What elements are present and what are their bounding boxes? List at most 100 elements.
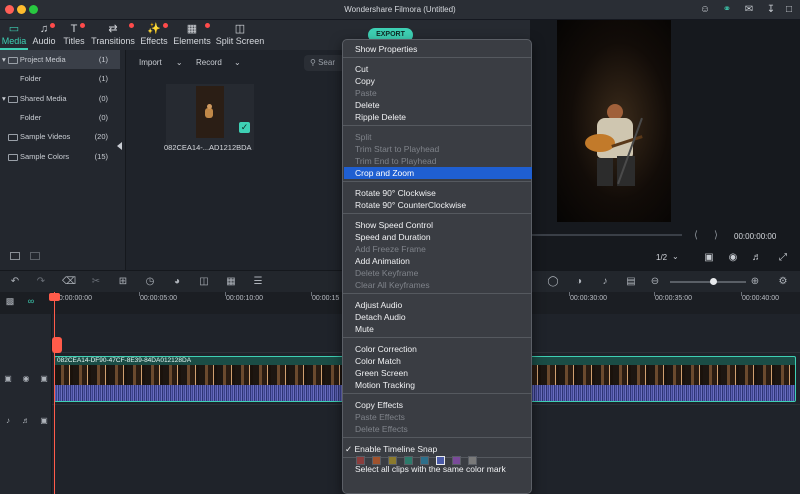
menu-item-crop-and-zoom[interactable]: Crop and Zoom [344, 167, 532, 179]
menu-item-show-speed-control[interactable]: Show Speed Control [355, 219, 525, 231]
menu-item-color-match[interactable]: Color Match [355, 355, 525, 367]
menu-item-speed-and-duration[interactable]: Speed and Duration [355, 231, 525, 243]
tab-media[interactable]: ▭ Media [0, 22, 28, 50]
redo-icon[interactable]: ↷ [34, 275, 48, 289]
prev-frame-icon[interactable]: ⟨ [694, 230, 698, 241]
color-mark-swatch[interactable] [372, 456, 381, 465]
speaker-icon[interactable]: ♬ [19, 414, 33, 428]
tab-elements[interactable]: ▦ Elements [172, 22, 212, 50]
menu-item-label: Rotate 90° Clockwise [355, 188, 436, 198]
menu-item-label: Copy [355, 76, 375, 86]
disclosure-icon[interactable]: ▾ [2, 55, 8, 64]
color-mark-swatch[interactable] [356, 456, 365, 465]
menu-item-enable-timeline-snap[interactable]: ✓ Enable Timeline Snap [345, 443, 525, 455]
snapshot-icon[interactable]: ◉ [726, 251, 740, 265]
adjust-icon[interactable]: ☰ [251, 275, 265, 289]
color-mark-swatch[interactable] [388, 456, 397, 465]
zoom-out-icon[interactable]: ⊖ [648, 275, 662, 289]
sidebar-item-sample-colors[interactable]: Sample Colors (15) [0, 147, 120, 166]
fullscreen-preview-icon[interactable]: ⤢ [776, 251, 790, 265]
menu-separator [343, 213, 531, 214]
timeline-zoom-slider[interactable] [670, 281, 746, 283]
menu-item-mute[interactable]: Mute [355, 323, 525, 335]
link-icon[interactable]: ∞ [24, 294, 38, 308]
cut-icon[interactable]: ✂ [89, 275, 103, 289]
menu-item-green-screen[interactable]: Green Screen [355, 367, 525, 379]
lock-icon[interactable]: ▣ [37, 414, 51, 428]
menu-item-show-properties[interactable]: Show Properties [355, 43, 525, 55]
fullscreen-icon[interactable]: □ [782, 3, 796, 17]
sidebar-item-folder[interactable]: Folder (0) [0, 108, 120, 127]
sidebar-item-folder[interactable]: Folder (1) [0, 69, 120, 88]
menu-item-copy[interactable]: Copy [355, 75, 525, 87]
menu-item-label: Copy Effects [355, 400, 404, 410]
mask-icon[interactable]: ◑ [572, 275, 586, 289]
media-library-panel: Import ⌄ Record ⌄ ⚲ Sear ✓ 082CEA14-...A… [126, 50, 350, 270]
sidebar-item-project-media[interactable]: ▾ Project Media (1) [0, 50, 120, 69]
sidebar-item-shared-media[interactable]: ▾ Shared Media (0) [0, 89, 120, 108]
menu-item-ripple-delete[interactable]: Ripple Delete [355, 111, 525, 123]
tab-label: Effects [140, 36, 168, 46]
menu-item-detach-audio[interactable]: Detach Audio [355, 311, 525, 323]
zoom-slider-thumb[interactable] [710, 278, 717, 285]
marker-icon[interactable]: ◯ [546, 275, 560, 289]
add-track-icon[interactable]: ▩ [3, 294, 17, 308]
next-frame-icon[interactable]: ⟩ [714, 230, 718, 241]
color-icon[interactable]: ◕ [170, 275, 184, 289]
playhead[interactable] [54, 292, 55, 494]
zoom-in-icon[interactable]: ⊕ [748, 275, 762, 289]
menu-item-label: Delete Keyframe [355, 268, 419, 278]
window-title: Wondershare Filmora (Untitled) [344, 5, 456, 14]
menu-item-copy-effects[interactable]: Copy Effects [355, 399, 525, 411]
green-screen-icon[interactable]: ▦ [224, 275, 238, 289]
color-mark-swatch[interactable] [420, 456, 429, 465]
new-folder-icon[interactable] [10, 252, 20, 260]
tab-audio[interactable]: ♫ Audio [31, 22, 57, 50]
eye-icon[interactable]: ◉ [19, 372, 33, 386]
color-mark-swatch[interactable] [452, 456, 461, 465]
menu-item-adjust-audio[interactable]: Adjust Audio [355, 299, 525, 311]
lock-icon[interactable]: ▣ [37, 372, 51, 386]
download-icon[interactable]: ↧ [764, 3, 778, 17]
playhead-handle[interactable] [49, 293, 60, 301]
crop-icon[interactable]: ⊞ [116, 275, 130, 289]
tab-split-screen[interactable]: ◫ Split Screen [214, 22, 266, 50]
delete-icon[interactable]: ⌫ [62, 275, 76, 289]
new-badge [80, 23, 85, 28]
collapse-sidebar-icon[interactable] [117, 142, 122, 150]
voiceover-icon[interactable]: ♪ [598, 275, 612, 289]
undo-icon[interactable]: ↶ [8, 275, 22, 289]
color-mark-swatch[interactable] [404, 456, 413, 465]
menu-item-delete[interactable]: Delete [355, 99, 525, 111]
menu-item-rotate-90-clockwise[interactable]: Rotate 90° Clockwise [355, 187, 525, 199]
headset-icon[interactable]: ⚭ [720, 3, 734, 17]
record-dropdown[interactable]: Record ⌄ [196, 56, 241, 70]
notification-icon[interactable]: ✉ [742, 3, 756, 17]
menu-item-cut[interactable]: Cut [355, 63, 525, 75]
menu-item-trim-start-to-playhead: Trim Start to Playhead [355, 143, 525, 155]
sidebar-item-sample-videos[interactable]: Sample Videos (20) [0, 127, 120, 146]
render-icon[interactable]: ▤ [624, 275, 638, 289]
account-icon[interactable]: ☺ [698, 3, 712, 17]
zoom-ratio-select[interactable]: 1/2 [656, 253, 667, 262]
menu-item-split: Split [355, 131, 525, 143]
menu-item-clear-all-keyframes: Clear All Keyframes [355, 279, 525, 291]
menu-item-label: Detach Audio [355, 312, 406, 322]
tab-titles[interactable]: T Titles [61, 22, 87, 50]
import-dropdown[interactable]: Import ⌄ [139, 56, 183, 70]
menu-item-label: Add Animation [355, 256, 410, 266]
color-mark-swatch[interactable] [436, 456, 445, 465]
menu-item-motion-tracking[interactable]: Motion Tracking [355, 379, 525, 391]
tab-effects[interactable]: ✨ Effects [138, 22, 170, 50]
menu-item-rotate-90-counterclockwise[interactable]: Rotate 90° CounterClockwise [355, 199, 525, 211]
speed-icon[interactable]: ◷ [143, 275, 157, 289]
audio-mixer-icon[interactable]: ◫ [197, 275, 211, 289]
tab-transitions[interactable]: ⇄ Transitions [90, 22, 136, 50]
menu-item-add-animation[interactable]: Add Animation [355, 255, 525, 267]
disclosure-icon[interactable]: ▾ [2, 94, 8, 103]
color-mark-swatch[interactable] [468, 456, 477, 465]
menu-item-color-correction[interactable]: Color Correction [355, 343, 525, 355]
monitor-icon[interactable]: ▣ [702, 251, 716, 265]
settings-icon[interactable]: ⚙ [776, 275, 790, 289]
volume-icon[interactable]: ♬ [750, 251, 764, 265]
